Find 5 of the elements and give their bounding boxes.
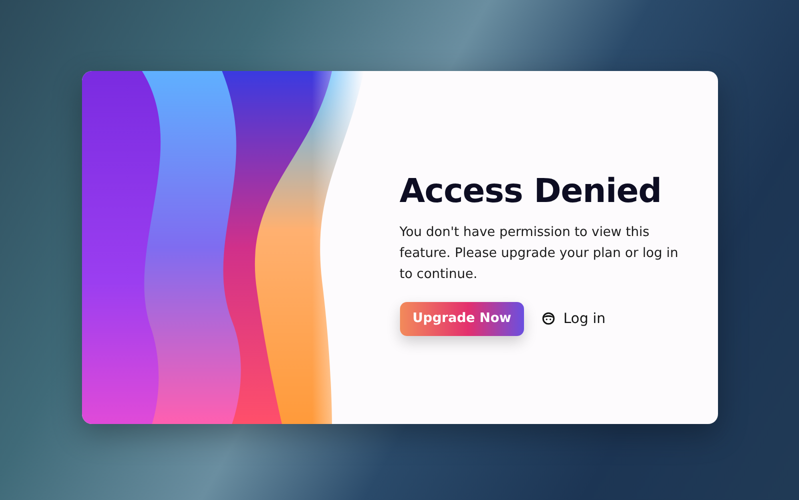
login-button[interactable]: Log in <box>542 310 606 326</box>
dialog-title: Access Denied <box>400 170 662 210</box>
dialog-message: You don't have permission to view this feature. Please upgrade your plan or log in to continue. <box>400 224 680 284</box>
upgrade-button[interactable]: Upgrade Now <box>400 302 524 336</box>
user-icon <box>542 312 556 325</box>
